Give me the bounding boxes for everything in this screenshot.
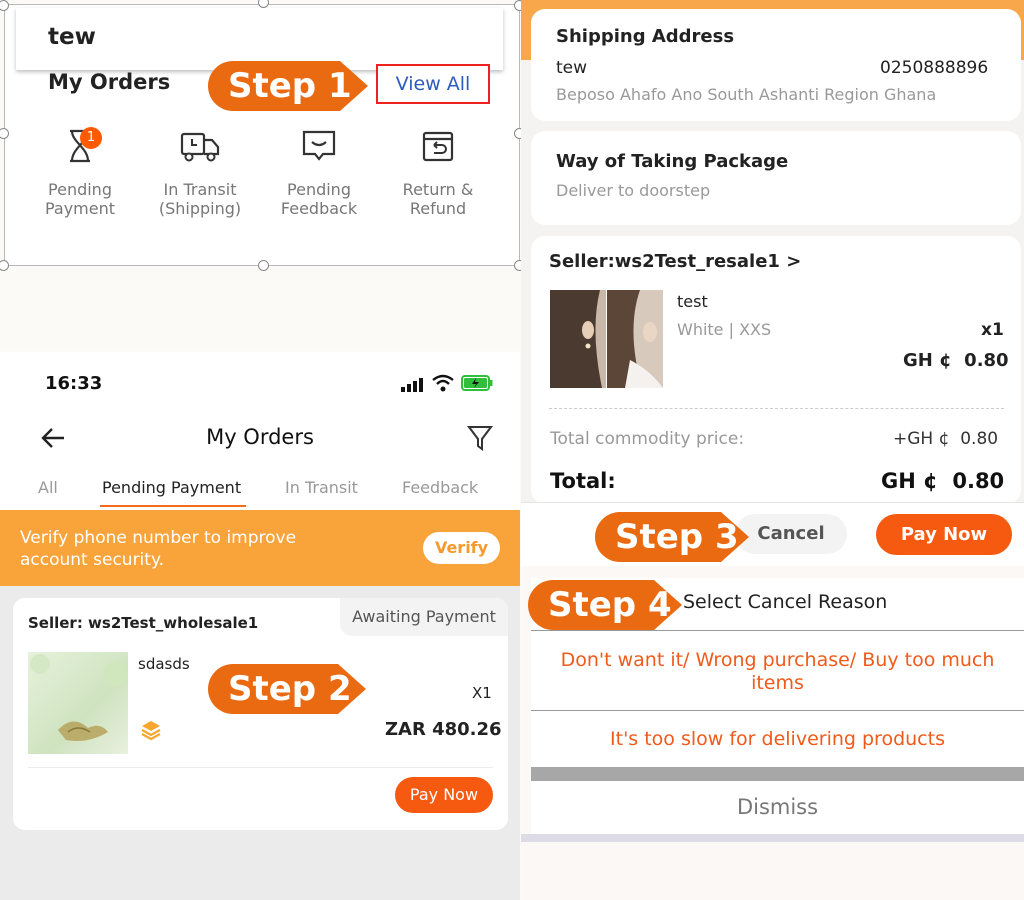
step-3-text: Step 3: [615, 517, 739, 557]
shipping-address: Beposo Ahafo Ano South Ashanti Region Gh…: [556, 85, 937, 104]
category-label: Return & Refund: [402, 180, 474, 218]
status-bar-time: 16:33: [45, 373, 103, 394]
category-label: Pending Feedback: [280, 180, 358, 218]
tab-all[interactable]: All: [38, 478, 58, 497]
dashed-divider: [549, 408, 1004, 409]
recipient-name: tew: [556, 58, 588, 78]
category-label: In Transit (Shipping): [158, 180, 242, 218]
wifi-icon: [432, 374, 454, 396]
commodity-price-label: Total commodity price:: [550, 429, 745, 449]
commodity-price-value: +GH ¢ 0.80: [893, 429, 999, 449]
my-orders-title: My Orders: [48, 70, 171, 94]
return-box-icon: [422, 131, 454, 162]
verify-button[interactable]: Verify: [423, 532, 500, 564]
view-all-link[interactable]: View All: [376, 64, 490, 104]
battery-icon: [461, 375, 493, 395]
shipping-title: Shipping Address: [556, 26, 735, 47]
product-name[interactable]: test: [677, 292, 708, 311]
package-method-section[interactable]: [531, 131, 1021, 225]
divider: [531, 710, 1024, 711]
package-method: Deliver to doorstep: [556, 181, 711, 200]
dismiss-button[interactable]: Dismiss: [531, 781, 1024, 834]
message-icon: [302, 130, 336, 161]
step-4-text: Step 4: [548, 585, 672, 625]
sheet-title: Select Cancel Reason: [683, 591, 888, 613]
product-image[interactable]: [28, 652, 128, 754]
category-in-transit[interactable]: In Transit (Shipping): [140, 128, 260, 218]
step-3-label: Step 3: [595, 512, 749, 562]
package-title: Way of Taking Package: [556, 151, 789, 172]
product-name[interactable]: sdasds: [138, 655, 190, 673]
verify-banner-text: Verify phone number to improve account s…: [20, 528, 297, 570]
step-1-text: Step 1: [228, 66, 352, 106]
resize-handle[interactable]: [258, 260, 269, 271]
active-tab-indicator: [100, 505, 246, 507]
product-quantity: x1: [981, 320, 1004, 340]
overlay-strip: [531, 767, 1024, 781]
seller-name[interactable]: Seller:ws2Test_resale1 >: [549, 251, 801, 272]
filter-icon[interactable]: [467, 424, 493, 456]
product-variant: White | XXS: [677, 320, 772, 339]
product-price: ZAR 480.26: [385, 719, 502, 740]
total-label: Total:: [550, 469, 616, 493]
product-quantity: X1: [472, 684, 492, 702]
seller-name[interactable]: Seller: ws2Test_wholesale1: [28, 614, 258, 632]
bottom-border: [521, 834, 1024, 842]
divider: [531, 630, 1024, 631]
page-title: My Orders: [206, 425, 314, 449]
product-price: GH ¢ 0.80: [903, 350, 1009, 371]
status-badge: Awaiting Payment: [340, 598, 508, 636]
category-label: Pending Payment: [44, 180, 116, 218]
layers-icon: [140, 719, 162, 745]
truck-icon: [180, 132, 220, 162]
product-image[interactable]: [550, 290, 663, 388]
category-pending-feedback[interactable]: Pending Feedback: [259, 128, 379, 218]
tab-in-transit[interactable]: In Transit: [285, 478, 358, 497]
seller-label: Seller:ws2Test_resale1: [549, 251, 780, 272]
total-value: GH ¢ 0.80: [881, 469, 1005, 493]
reason-option[interactable]: Don't want it/ Wrong purchase/ Buy too m…: [531, 649, 1024, 695]
reason-option[interactable]: It's too slow for delivering products: [531, 728, 1024, 751]
step-2-label: Step 2: [208, 664, 366, 714]
category-return-refund[interactable]: Return & Refund: [378, 128, 498, 218]
signal-icon: [400, 376, 426, 396]
step-2-text: Step 2: [228, 669, 352, 709]
chevron-right-icon: >: [786, 251, 802, 272]
divider: [28, 767, 493, 768]
recipient-phone: 0250888896: [880, 58, 989, 78]
notification-badge: 1: [80, 127, 102, 149]
pay-now-button[interactable]: Pay Now: [395, 777, 493, 813]
tab-pending-payment[interactable]: Pending Payment: [102, 478, 241, 497]
pay-now-button[interactable]: Pay Now: [876, 514, 1012, 555]
step-1-label: Step 1: [208, 61, 368, 111]
cancel-button[interactable]: Cancel: [735, 514, 847, 554]
tab-feedback[interactable]: Feedback: [402, 478, 478, 497]
step-4-label: Step 4: [528, 580, 682, 630]
